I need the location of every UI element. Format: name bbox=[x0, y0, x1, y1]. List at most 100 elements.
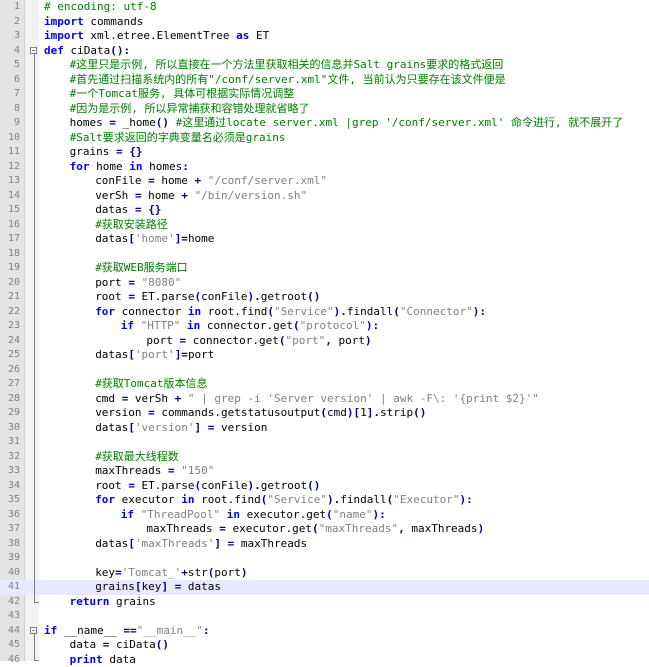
code-line[interactable]: 19#获取WEB服务端口 bbox=[0, 261, 649, 276]
code-token: ]. bbox=[367, 406, 380, 419]
code-text: port = connector.get("port", port) bbox=[146, 334, 371, 349]
code-line[interactable]: 6#首先通过扫描系统内的所有"/conf/server.xml"文件, 当前认为… bbox=[0, 73, 649, 88]
code-line[interactable]: 32#获取最大线程数 bbox=[0, 450, 649, 465]
fold-toggle-icon[interactable] bbox=[31, 624, 39, 639]
fold-line-icon bbox=[31, 116, 39, 131]
line-number: 11 bbox=[0, 145, 20, 160]
code-line[interactable]: 13conFile = home + "/conf/server.xml" bbox=[0, 174, 649, 189]
code-line[interactable]: 9homes = _home() #这里通过locate server.xml … bbox=[0, 116, 649, 131]
code-token: commands bbox=[84, 15, 144, 28]
code-token: getroot bbox=[261, 290, 307, 303]
line-number: 33 bbox=[0, 464, 20, 479]
code-line[interactable]: 45data = ciData() bbox=[0, 638, 649, 653]
code-token: ). bbox=[248, 290, 261, 303]
code-token: getroot bbox=[261, 479, 307, 492]
code-line[interactable]: 42return grains bbox=[0, 595, 649, 610]
code-line[interactable]: 2import commands bbox=[0, 15, 649, 30]
fold-line-icon bbox=[31, 58, 39, 73]
code-token: "Connector" bbox=[400, 305, 473, 318]
code-token: #Salt要求返回的字典变量名必须是grains bbox=[70, 131, 286, 144]
code-line[interactable]: 8#因为是示例, 所以异常捕获和容错处理就省略了 bbox=[0, 102, 649, 117]
code-line[interactable]: 12for home in homes: bbox=[0, 160, 649, 175]
code-token: [ bbox=[128, 421, 135, 434]
code-line[interactable]: 31 bbox=[0, 435, 649, 450]
code-text: maxThreads = "150" bbox=[95, 464, 214, 479]
code-line[interactable]: 14verSh = home + "/bin/version.sh" bbox=[0, 189, 649, 204]
code-token: executor.get bbox=[226, 522, 312, 535]
code-token: grains bbox=[109, 595, 155, 608]
code-text: cmd = verSh + " | grep -i 'Server versio… bbox=[95, 392, 539, 407]
code-text: grains = {} bbox=[70, 145, 143, 160]
code-line[interactable]: 15datas = {} bbox=[0, 203, 649, 218]
code-line[interactable]: 16#获取安装路径 bbox=[0, 218, 649, 233]
code-token: ). bbox=[334, 305, 347, 318]
code-text: if "ThreadPool" in executor.get("name"): bbox=[121, 508, 386, 523]
line-number: 37 bbox=[0, 522, 20, 537]
code-line[interactable]: 18 bbox=[0, 247, 649, 262]
code-line[interactable]: 17datas['home']=home bbox=[0, 232, 649, 247]
code-line[interactable]: 4def ciData(): bbox=[0, 44, 649, 59]
code-line[interactable]: 40key='Tomcat_'+str(port) bbox=[0, 566, 649, 581]
code-line[interactable]: 28cmd = verSh + " | grep -i 'Server vers… bbox=[0, 392, 649, 407]
code-line[interactable]: 10 #Salt要求返回的字典变量名必须是grains bbox=[0, 131, 649, 146]
code-token: verSh bbox=[128, 392, 174, 405]
code-line[interactable]: 22for connector in root.find("Service").… bbox=[0, 305, 649, 320]
fold-line-icon bbox=[31, 392, 39, 407]
code-line[interactable]: 46print data bbox=[0, 653, 649, 667]
code-line[interactable]: 20port = "8080" bbox=[0, 276, 649, 291]
code-line[interactable]: 21root = ET.parse(conFile).getroot() bbox=[0, 290, 649, 305]
code-line[interactable]: 39 bbox=[0, 551, 649, 566]
code-line[interactable]: 26 bbox=[0, 363, 649, 378]
code-token: () bbox=[307, 290, 320, 303]
code-line[interactable]: 1# encoding: utf-8 bbox=[0, 0, 649, 15]
code-token: datas bbox=[181, 580, 221, 593]
code-token: data bbox=[103, 653, 136, 666]
code-line[interactable]: 38datas['maxThreads'] = maxThreads bbox=[0, 537, 649, 552]
code-token: "/bin/version.sh" bbox=[195, 189, 308, 202]
code-token: + bbox=[181, 566, 188, 579]
code-line[interactable]: 11 grains = {} bbox=[0, 145, 649, 160]
code-token: maxThreads bbox=[146, 522, 219, 535]
code-token: commands.getstatusoutput bbox=[155, 406, 321, 419]
code-line[interactable]: 36if "ThreadPool" in executor.get("name"… bbox=[0, 508, 649, 523]
code-token: connector.get bbox=[186, 334, 279, 347]
code-token: () bbox=[156, 116, 169, 129]
code-editor[interactable]: 1# encoding: utf-82import commands3impor… bbox=[0, 0, 649, 661]
fold-line-icon bbox=[31, 73, 39, 88]
code-text: #获取WEB服务端口 bbox=[95, 261, 188, 276]
code-text: conFile = home + "/conf/server.xml" bbox=[95, 174, 327, 189]
line-number: 22 bbox=[0, 305, 20, 320]
code-token: = bbox=[135, 203, 142, 216]
fold-line-icon bbox=[31, 464, 39, 479]
code-line[interactable]: 34root = ET.parse(conFile).getroot() bbox=[0, 479, 649, 494]
code-token: version bbox=[95, 406, 148, 419]
code-token: datas bbox=[95, 203, 135, 216]
code-token: grains bbox=[95, 580, 135, 593]
code-line[interactable]: 43 bbox=[0, 609, 649, 624]
code-line[interactable]: 29version = commands.getstatusoutput(cmd… bbox=[0, 406, 649, 421]
line-number: 10 bbox=[0, 131, 20, 146]
code-line[interactable]: 23if "HTTP" in connector.get("protocol")… bbox=[0, 319, 649, 334]
code-line[interactable]: 5#这里只是示例, 所以直接在一个方法里获取相关的信息并Salt grains要… bbox=[0, 58, 649, 73]
code-line[interactable]: 33 maxThreads = "150" bbox=[0, 464, 649, 479]
code-line[interactable]: 27#获取Tomcat版本信息 bbox=[0, 377, 649, 392]
code-token: "maxThreads" bbox=[319, 522, 398, 535]
code-line[interactable]: 24port = connector.get("port", port) bbox=[0, 334, 649, 349]
code-token: for bbox=[95, 493, 115, 506]
code-token: ). bbox=[327, 493, 340, 506]
code-line[interactable]: 25datas['port']=port bbox=[0, 348, 649, 363]
line-number: 29 bbox=[0, 406, 20, 421]
code-line[interactable]: 7#一个Tomcat服务, 具体可根据实际情况调整 bbox=[0, 87, 649, 102]
code-line[interactable]: 3import xml.etree.ElementTree as ET bbox=[0, 29, 649, 44]
code-token: ): bbox=[366, 319, 379, 332]
code-line[interactable]: 37maxThreads = executor.get("maxThreads"… bbox=[0, 522, 649, 537]
code-line[interactable]: 44if __name__ =="__main__": bbox=[0, 624, 649, 639]
code-line[interactable]: 41grains[key] = datas bbox=[0, 580, 649, 595]
fold-line-icon bbox=[31, 319, 39, 334]
fold-toggle-icon[interactable] bbox=[31, 44, 39, 59]
code-line[interactable]: 30datas['version'] = version bbox=[0, 421, 649, 436]
code-token: if bbox=[121, 319, 134, 332]
fold-line-icon bbox=[31, 522, 39, 537]
code-line[interactable]: 35for executor in root.find("Service").f… bbox=[0, 493, 649, 508]
code-lines: 1# encoding: utf-82import commands3impor… bbox=[0, 0, 649, 667]
